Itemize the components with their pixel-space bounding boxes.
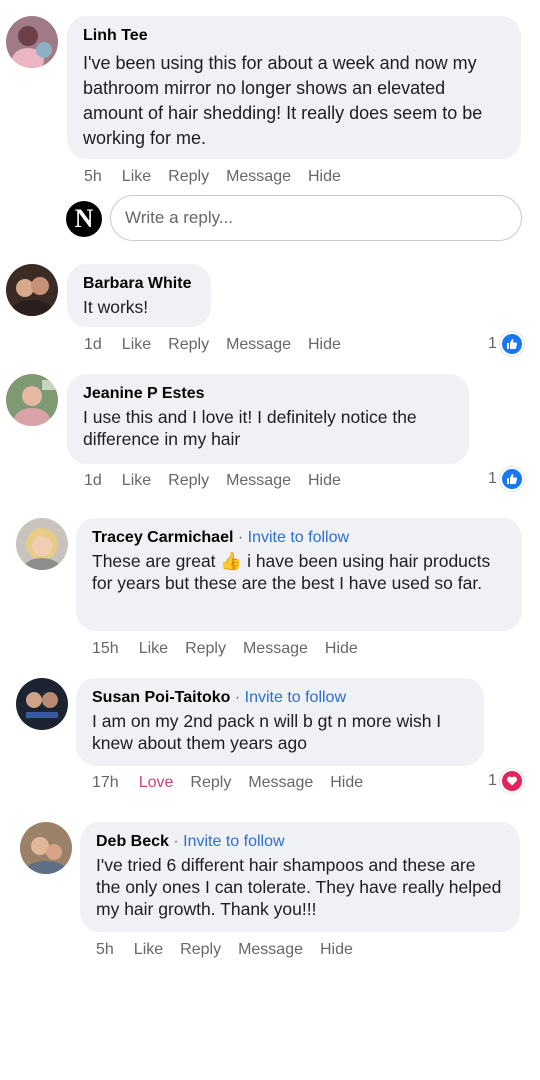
- avatar[interactable]: [20, 822, 72, 874]
- comment-text: I've been using this for about a week an…: [83, 53, 483, 148]
- reaction-count-number: 1: [488, 335, 497, 352]
- like-button[interactable]: Like: [122, 472, 151, 490]
- separator-dot: ·: [173, 833, 179, 850]
- separator-dot: ·: [237, 529, 244, 546]
- separator-dot: ·: [234, 689, 241, 706]
- comment-text: I use this and I love it! I definitely n…: [83, 407, 417, 449]
- invite-to-follow-link[interactable]: Invite to follow: [248, 529, 349, 546]
- reaction-count[interactable]: 1: [488, 467, 524, 491]
- reaction-count-number: 1: [488, 470, 497, 487]
- comment-bubble: Tracey Carmichael · Invite to follow The…: [76, 518, 522, 631]
- message-button[interactable]: Message: [226, 472, 291, 490]
- message-button[interactable]: Message: [248, 774, 313, 792]
- avatar[interactable]: [6, 264, 58, 316]
- comment-actions: 5h Like Reply Message Hide: [84, 168, 358, 186]
- comment-actions: 1d Like Reply Message Hide: [84, 336, 358, 354]
- comment-bubble: Barbara White It works!: [67, 264, 211, 327]
- reaction-count-number: 1: [488, 772, 497, 789]
- comment-text: These are great 👍 i have been using hair…: [92, 551, 491, 593]
- hide-button[interactable]: Hide: [308, 336, 341, 354]
- hide-button[interactable]: Hide: [325, 640, 358, 658]
- reply-input[interactable]: Write a reply...: [110, 195, 522, 241]
- avatar[interactable]: [6, 16, 58, 68]
- comment-author[interactable]: Linh Tee: [83, 26, 505, 46]
- reaction-count[interactable]: 1: [488, 332, 524, 356]
- comment-actions: 15h Like Reply Message Hide: [92, 640, 375, 658]
- love-button[interactable]: Love: [139, 774, 174, 792]
- comment-author[interactable]: Tracey Carmichael: [92, 529, 233, 546]
- message-button[interactable]: Message: [226, 336, 291, 354]
- comment-author-line: Tracey Carmichael · Invite to follow: [92, 528, 506, 548]
- comment-bubble: Linh Tee I've been using this for about …: [67, 16, 521, 159]
- comment-text: It works!: [83, 297, 149, 317]
- comment-author-line: Susan Poi-Taitoko · Invite to follow: [92, 688, 468, 708]
- invite-to-follow-link[interactable]: Invite to follow: [183, 833, 284, 850]
- reaction-count[interactable]: 1: [488, 769, 524, 793]
- comment-author[interactable]: Deb Beck: [96, 833, 169, 850]
- timestamp[interactable]: 15h: [92, 640, 119, 658]
- comment-bubble: Susan Poi-Taitoko · Invite to follow I a…: [76, 678, 484, 766]
- comment-bubble: Deb Beck · Invite to follow I've tried 6…: [80, 822, 520, 932]
- like-button[interactable]: Like: [122, 168, 151, 186]
- message-button[interactable]: Message: [243, 640, 308, 658]
- comment-author[interactable]: Susan Poi-Taitoko: [92, 689, 230, 706]
- invite-to-follow-link[interactable]: Invite to follow: [245, 689, 346, 706]
- timestamp[interactable]: 5h: [96, 941, 114, 959]
- thumbs-up-emoji-icon: 👍: [220, 551, 243, 571]
- timestamp[interactable]: 1d: [84, 336, 102, 354]
- reply-button[interactable]: Reply: [190, 774, 231, 792]
- hide-button[interactable]: Hide: [308, 472, 341, 490]
- reply-button[interactable]: Reply: [168, 168, 209, 186]
- hide-button[interactable]: Hide: [330, 774, 363, 792]
- comment-text: I am on my 2nd pack n will b gt n more w…: [92, 711, 442, 753]
- avatar[interactable]: [6, 374, 58, 426]
- like-icon: [499, 332, 524, 356]
- user-avatar: N: [66, 201, 102, 237]
- timestamp[interactable]: 5h: [84, 168, 102, 186]
- message-button[interactable]: Message: [226, 168, 291, 186]
- like-icon: [499, 467, 524, 491]
- comment-actions: 1d Like Reply Message Hide: [84, 472, 358, 490]
- avatar[interactable]: [16, 678, 68, 730]
- like-button[interactable]: Like: [122, 336, 151, 354]
- like-button[interactable]: Like: [134, 941, 163, 959]
- heart-icon: [499, 769, 524, 793]
- reply-button[interactable]: Reply: [185, 640, 226, 658]
- reply-button[interactable]: Reply: [168, 472, 209, 490]
- message-button[interactable]: Message: [238, 941, 303, 959]
- comment-bubble: Jeanine P Estes I use this and I love it…: [67, 374, 469, 464]
- hide-button[interactable]: Hide: [308, 168, 341, 186]
- comment-author-line: Deb Beck · Invite to follow: [96, 832, 504, 852]
- timestamp[interactable]: 1d: [84, 472, 102, 490]
- avatar[interactable]: [16, 518, 68, 570]
- like-button[interactable]: Like: [139, 640, 168, 658]
- hide-button[interactable]: Hide: [320, 941, 353, 959]
- reply-button[interactable]: Reply: [168, 336, 209, 354]
- timestamp[interactable]: 17h: [92, 774, 119, 792]
- comment-text: I've tried 6 different hair shampoos and…: [96, 855, 502, 919]
- comment-author[interactable]: Jeanine P Estes: [83, 384, 453, 404]
- comment-actions: 17h Love Reply Message Hide: [92, 774, 380, 792]
- comment-actions: 5h Like Reply Message Hide: [96, 941, 370, 959]
- reply-button[interactable]: Reply: [180, 941, 221, 959]
- comment-author[interactable]: Barbara White: [83, 274, 195, 294]
